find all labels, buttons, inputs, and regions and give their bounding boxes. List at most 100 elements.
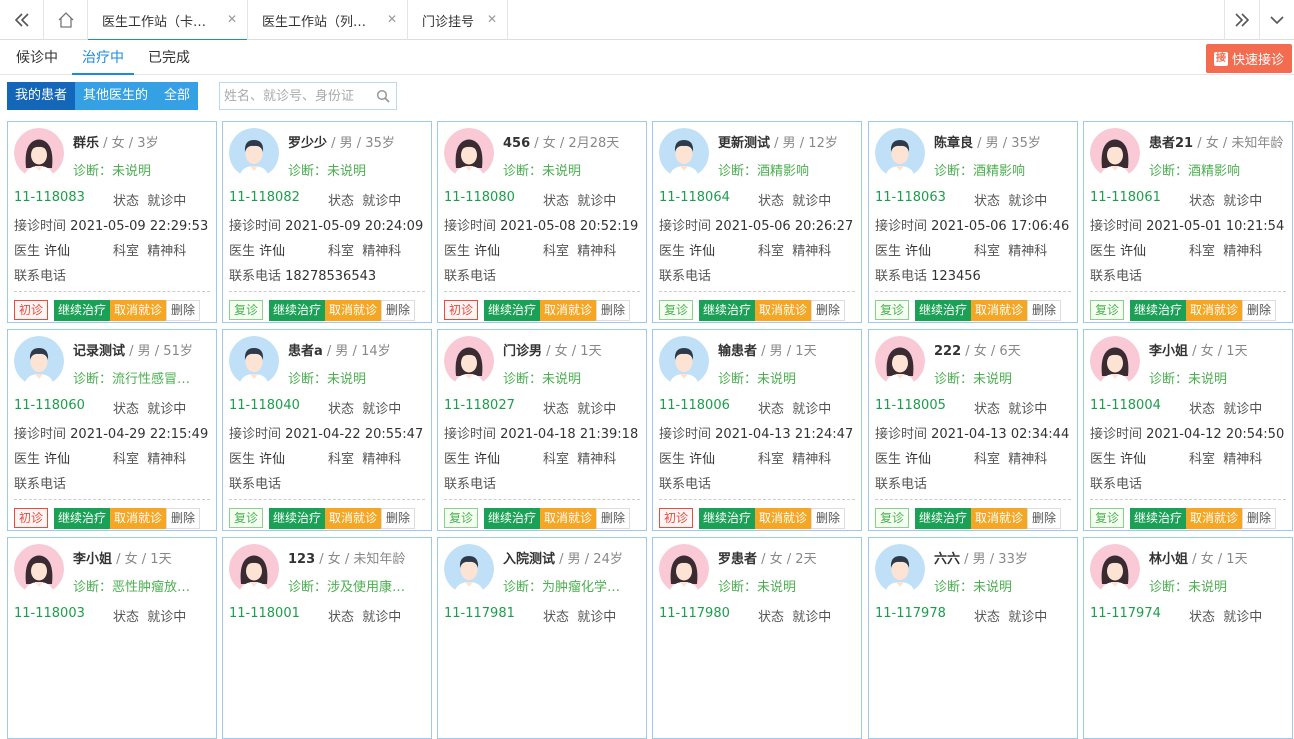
- tab-waiting[interactable]: 候诊中: [6, 41, 68, 75]
- patient-card[interactable]: 罗少少 / 男 / 35岁 诊断：未说明 11-118082 状态 就诊中 接诊时间 2…: [222, 121, 432, 323]
- search-icon[interactable]: [376, 89, 390, 103]
- dept-label: 科室: [113, 244, 140, 259]
- cancel-visit-button[interactable]: 取消就诊: [1186, 508, 1243, 529]
- continue-treatment-button[interactable]: 继续治疗: [1130, 300, 1187, 321]
- patient-card[interactable]: 门诊男 / 女 / 1天 诊断：未说明 11-118027 状态 就诊中 接诊时间 20…: [437, 329, 647, 531]
- patient-card[interactable]: 陈章良 / 男 / 35岁 诊断：酒精影响 11-118063 状态 就诊中 接诊时间 …: [868, 121, 1078, 323]
- delete-button[interactable]: 删除: [811, 300, 846, 321]
- patient-card[interactable]: 群乐 / 女 / 3岁 诊断：未说明 11-118083 状态 就诊中 接诊时间 202…: [7, 121, 217, 323]
- doctor-value: 许仙: [905, 244, 932, 259]
- patient-card[interactable]: 六六 / 男 / 33岁 诊断：未说明 11-117978 状态 就诊中: [868, 537, 1078, 739]
- continue-treatment-button[interactable]: 继续治疗: [54, 508, 111, 529]
- status-value: 就诊中: [792, 610, 832, 625]
- scroll-right-button[interactable]: [1224, 0, 1259, 40]
- filter-my-patients[interactable]: 我的患者: [7, 82, 76, 110]
- continue-treatment-button[interactable]: 继续治疗: [484, 508, 541, 529]
- tab-registration[interactable]: 门诊挂号 ✕: [408, 0, 508, 40]
- patient-card[interactable]: 123 / 女 / 未知年龄 诊断：涉及使用康… 11-118001 状态 就诊中: [222, 537, 432, 739]
- close-icon[interactable]: ✕: [487, 12, 497, 26]
- patient-card[interactable]: 456 / 女 / 2月28天 诊断：未说明 11-118080 状态 就诊中 接诊时间…: [437, 121, 647, 323]
- cancel-visit-button[interactable]: 取消就诊: [1186, 300, 1243, 321]
- patient-card[interactable]: 入院测试 / 男 / 24岁 诊断：为肿瘤化学… 11-117981 状态 就诊中: [437, 537, 647, 739]
- cancel-visit-button[interactable]: 取消就诊: [540, 508, 597, 529]
- tab-completed[interactable]: 已完成: [138, 41, 200, 75]
- cancel-visit-button[interactable]: 取消就诊: [110, 508, 167, 529]
- dept-value: 精神科: [362, 244, 402, 259]
- collapse-left-button[interactable]: [0, 0, 44, 40]
- cancel-visit-button[interactable]: 取消就诊: [971, 508, 1028, 529]
- filter-all[interactable]: 全部: [156, 82, 199, 110]
- tab-treating[interactable]: 治疗中: [72, 41, 134, 75]
- continue-treatment-button[interactable]: 继续治疗: [484, 300, 541, 321]
- status-value: 就诊中: [147, 402, 187, 417]
- continue-treatment-button[interactable]: 继续治疗: [699, 300, 756, 321]
- patient-card[interactable]: 更新测试 / 男 / 12岁 诊断：酒精影响 11-118064 状态 就诊中 接诊时间…: [652, 121, 862, 323]
- patient-card[interactable]: 李小姐 / 女 / 1天 诊断：恶性肿瘤放… 11-118003 状态 就诊中: [7, 537, 217, 739]
- delete-button[interactable]: 删除: [166, 300, 201, 321]
- card-actions: 复诊 继续治疗 取消就诊 删除: [229, 508, 416, 529]
- patient-card[interactable]: 输患者 / 男 / 1天 诊断：未说明 11-118006 状态 就诊中 接诊时间 20…: [652, 329, 862, 531]
- continue-treatment-button[interactable]: 继续治疗: [1130, 508, 1187, 529]
- quick-receive-button[interactable]: 接 快速接诊: [1206, 44, 1292, 73]
- tab-doctor-list[interactable]: 医生工作站（列… ✕: [248, 0, 408, 40]
- phone-label: 联系电话: [444, 269, 497, 284]
- patient-card[interactable]: 患者a / 男 / 14岁 诊断：未说明 11-118040 状态 就诊中 接诊时间 2…: [222, 329, 432, 531]
- continue-treatment-button[interactable]: 继续治疗: [54, 300, 111, 321]
- close-icon[interactable]: ✕: [227, 12, 237, 26]
- continue-treatment-button[interactable]: 继续治疗: [915, 508, 972, 529]
- cancel-visit-button[interactable]: 取消就诊: [755, 508, 812, 529]
- time-value: 2021-04-13 02:34:44: [931, 427, 1070, 442]
- dept-label: 科室: [543, 244, 570, 259]
- close-icon[interactable]: ✕: [387, 12, 397, 26]
- patient-name-line: 罗少少 / 男 / 35岁: [288, 132, 428, 151]
- delete-button[interactable]: 删除: [596, 508, 631, 529]
- card-actions: 复诊 继续治疗 取消就诊 删除: [875, 300, 1062, 321]
- tab-doctor-card[interactable]: 医生工作站（卡… ✕: [88, 0, 248, 40]
- doctor-row: 医生 许仙: [444, 448, 500, 467]
- doctor-value: 许仙: [474, 244, 501, 259]
- patient-card[interactable]: 记录测试 / 男 / 51岁 诊断：流行性感冒… 11-118060 状态 就诊中 接诊…: [7, 329, 217, 531]
- delete-button[interactable]: 删除: [166, 508, 201, 529]
- filter-other-doctors[interactable]: 其他医生的: [75, 82, 157, 110]
- patient-card[interactable]: 李小姐 / 女 / 1天 诊断：未说明 11-118004 状态 就诊中 接诊时间 20…: [1083, 329, 1293, 531]
- delete-button[interactable]: 删除: [1027, 508, 1062, 529]
- doctor-label: 医生: [875, 452, 902, 467]
- delete-button[interactable]: 删除: [811, 508, 846, 529]
- delete-button[interactable]: 删除: [1242, 508, 1277, 529]
- patient-meta: / 女 / 6天: [961, 344, 1021, 359]
- delete-button[interactable]: 删除: [381, 508, 416, 529]
- continue-treatment-button[interactable]: 继续治疗: [699, 508, 756, 529]
- visit-id: 11-117981: [444, 606, 515, 621]
- cancel-visit-button[interactable]: 取消就诊: [971, 300, 1028, 321]
- cancel-visit-button[interactable]: 取消就诊: [540, 300, 597, 321]
- continue-treatment-button[interactable]: 继续治疗: [269, 300, 326, 321]
- time-value: 2021-04-22 20:55:47: [285, 427, 424, 442]
- phone-row: 联系电话: [14, 265, 70, 284]
- time-label: 接诊时间: [659, 219, 712, 234]
- search-input[interactable]: [220, 83, 370, 109]
- patient-card[interactable]: 患者21 / 女 / 未知年龄 诊断：酒精影响 11-118061 状态 就诊中 接诊时…: [1083, 121, 1293, 323]
- patient-meta: / 男 / 33岁: [960, 552, 1028, 567]
- delete-button[interactable]: 删除: [1027, 300, 1062, 321]
- time-row: 接诊时间 2021-04-12 20:54:50: [1090, 423, 1284, 442]
- diagnosis: 诊断：未说明: [503, 372, 582, 387]
- continue-treatment-button[interactable]: 继续治疗: [269, 508, 326, 529]
- patient-card[interactable]: 罗患者 / 女 / 2天 诊断：未说明 11-117980 状态 就诊中: [652, 537, 862, 739]
- delete-button[interactable]: 删除: [1242, 300, 1277, 321]
- delete-button[interactable]: 删除: [596, 300, 631, 321]
- status-row: 状态 就诊中: [758, 398, 831, 417]
- delete-button[interactable]: 删除: [381, 300, 416, 321]
- patient-card[interactable]: 林小姐 / 女 / 1天 诊断：未说明 11-117974 状态 就诊中: [1083, 537, 1293, 739]
- tab-menu-button[interactable]: [1259, 0, 1294, 40]
- cancel-visit-button[interactable]: 取消就诊: [325, 508, 382, 529]
- continue-treatment-button[interactable]: 继续治疗: [915, 300, 972, 321]
- patient-name-line: 更新测试 / 男 / 12岁: [718, 132, 858, 151]
- patient-card[interactable]: 222 / 女 / 6天 诊断：未说明 11-118005 状态 就诊中 接诊时间 20…: [868, 329, 1078, 531]
- cancel-visit-button[interactable]: 取消就诊: [755, 300, 812, 321]
- time-row: 接诊时间 2021-05-06 17:06:46: [875, 215, 1069, 234]
- cancel-visit-button[interactable]: 取消就诊: [110, 300, 167, 321]
- home-button[interactable]: [44, 0, 88, 40]
- cancel-visit-button[interactable]: 取消就诊: [325, 300, 382, 321]
- avatar: [14, 544, 64, 594]
- diagnosis: 诊断：流行性感冒…: [73, 372, 191, 387]
